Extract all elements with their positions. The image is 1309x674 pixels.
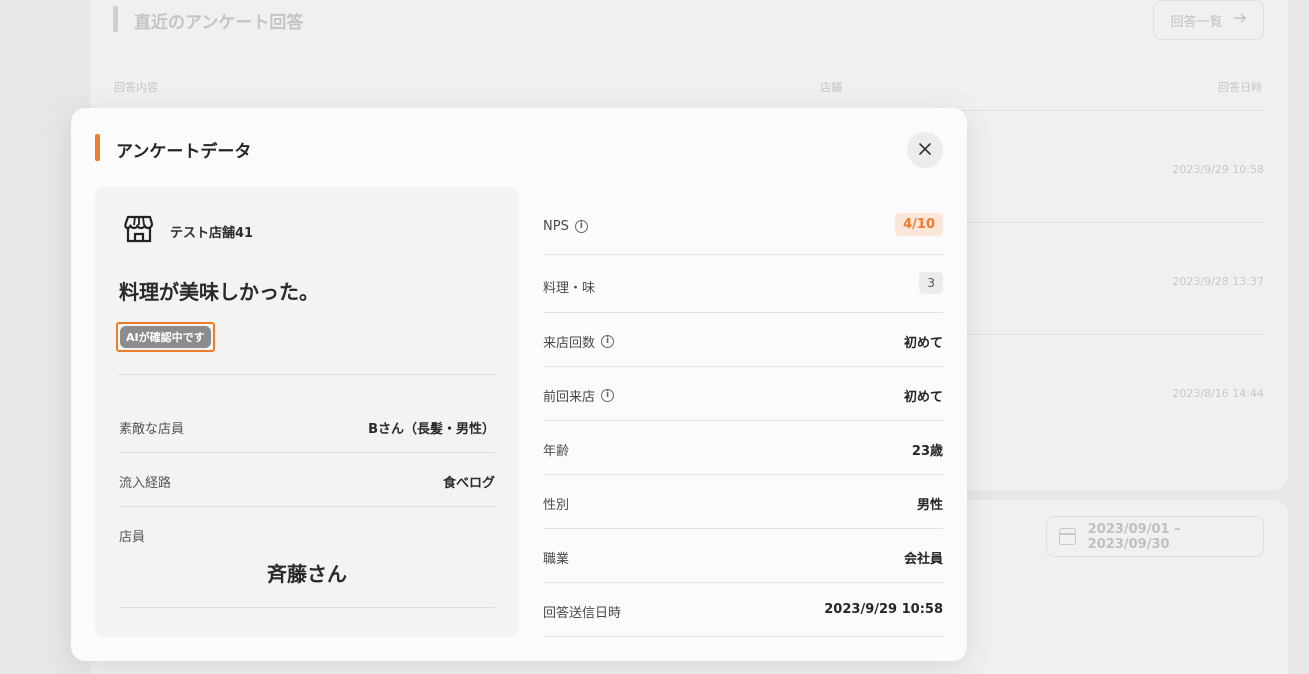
nps-label-text: NPS: [543, 219, 569, 234]
date-range-value: 2023/09/01 – 2023/09/30: [1087, 521, 1181, 552]
job-label: 職業: [543, 548, 569, 567]
section-accent-bar: [113, 6, 118, 32]
info-icon[interactable]: i: [601, 335, 615, 348]
divider: [119, 374, 495, 375]
response-panel: テスト店舗41 料理が美味しかった。 AIが確認中です 素敵な店員 Bさん（長髪…: [95, 187, 519, 637]
table-row-date: 2023/8/16 14:44: [1172, 387, 1264, 400]
divider: [543, 312, 943, 313]
answer-list-button[interactable]: 回答一覧: [1153, 0, 1264, 40]
divider: [543, 420, 943, 421]
close-icon: [918, 141, 932, 160]
visits-label-text: 来店回数: [543, 336, 596, 351]
nps-label: NPS i: [543, 219, 588, 234]
age-label: 年齢: [543, 440, 569, 459]
info-icon[interactable]: i: [574, 220, 588, 233]
sent-at-label-text: 回答送信日時: [543, 606, 622, 621]
nps-score-badge: 4/10: [895, 213, 943, 236]
divider: [543, 366, 943, 367]
ai-status-badge: AIが確認中です: [120, 326, 211, 348]
job-label-text: 職業: [543, 552, 570, 567]
info-icon[interactable]: i: [601, 389, 615, 402]
sent-at-value: 2023/9/29 10:58: [824, 602, 943, 617]
field-value-source: 食べログ: [442, 476, 495, 491]
taste-score-badge: 3: [919, 272, 943, 294]
gender-label-text: 性別: [543, 498, 570, 513]
staff-name: 斉藤さん: [267, 562, 347, 586]
last-visit-label-text: 前回来店: [543, 390, 596, 405]
age-value: 23歳: [911, 444, 943, 459]
last-visit-label: 前回来店 i: [543, 386, 615, 405]
visits-value: 初めて: [903, 336, 943, 351]
divider: [119, 607, 495, 608]
divider: [543, 474, 943, 475]
calendar-icon: [1059, 528, 1076, 545]
column-header-store: 店舗: [820, 81, 842, 94]
divider: [543, 528, 943, 529]
date-range-picker[interactable]: 2023/09/01 – 2023/09/30: [1046, 516, 1264, 557]
divider: [119, 452, 495, 453]
modal-accent-bar: [95, 134, 100, 161]
visits-label: 来店回数 i: [543, 332, 615, 351]
divider: [543, 636, 943, 637]
column-header-date: 回答日時: [1218, 81, 1262, 94]
taste-label-text: 料理・味: [543, 281, 596, 296]
divider: [119, 506, 495, 507]
field-label-staff-favorite: 素敵な店員: [119, 422, 185, 437]
ai-status-highlight: AIが確認中です: [116, 322, 215, 352]
taste-label: 料理・味: [543, 277, 595, 296]
arrow-right-icon: [1233, 12, 1247, 28]
modal-title: アンケートデータ: [116, 142, 252, 162]
answer-list-label: 回答一覧: [1170, 14, 1223, 30]
divider: [543, 582, 943, 583]
divider: [543, 254, 943, 255]
close-button[interactable]: [907, 132, 943, 168]
table-row-date: 2023/9/28 13:37: [1172, 275, 1264, 288]
gender-value: 男性: [916, 498, 943, 513]
sent-at-label: 回答送信日時: [543, 602, 621, 621]
age-label-text: 年齢: [543, 444, 570, 459]
store-icon: [123, 213, 155, 245]
field-label-source: 流入経路: [119, 476, 172, 491]
field-label-staff: 店員: [119, 530, 146, 545]
column-header-content: 回答内容: [114, 81, 158, 94]
field-value-staff-favorite: Bさん（長髪・男性）: [368, 422, 495, 437]
response-comment: 料理が美味しかった。: [119, 280, 319, 304]
section-title: 直近のアンケート回答: [134, 13, 304, 33]
table-row-date: 2023/9/29 10:58: [1172, 163, 1264, 176]
last-visit-value: 初めて: [903, 390, 943, 405]
store-name: テスト店舗41: [170, 226, 254, 241]
job-value: 会社員: [903, 552, 943, 567]
survey-data-modal: アンケートデータ テスト店舗41 料理が美味しかった。 AIが確認中です 素敵な…: [71, 108, 967, 661]
gender-label: 性別: [543, 494, 569, 513]
